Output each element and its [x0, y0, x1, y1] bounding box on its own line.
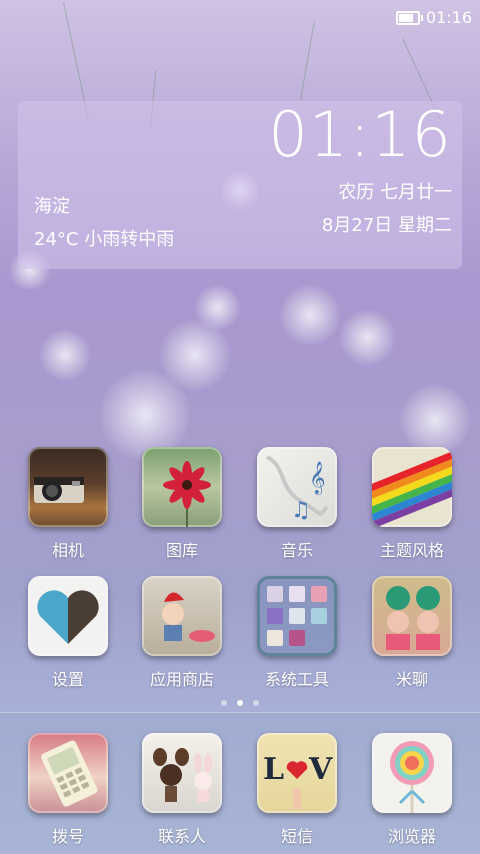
app-label: 联系人 — [157, 827, 206, 846]
svg-text:V: V — [308, 752, 333, 787]
browser-icon[interactable] — [372, 733, 452, 813]
app-system-tools[interactable]: 系统工具 — [242, 576, 352, 690]
contacts-icon[interactable] — [142, 733, 222, 813]
app-label: 图库 — [165, 541, 198, 560]
dock-phone[interactable]: 拨号 — [13, 733, 123, 847]
miliao-icon[interactable] — [372, 576, 452, 656]
app-store-icon[interactable] — [142, 576, 222, 656]
svg-text:𝄞: 𝄞 — [309, 461, 326, 495]
app-theme[interactable]: 主题风格 — [357, 447, 467, 561]
dock-contacts[interactable]: 联系人 — [127, 733, 237, 847]
app-label: 设置 — [51, 670, 84, 689]
app-music[interactable]: 𝄞 ♫ 音乐 — [242, 447, 352, 561]
app-settings[interactable]: 设置 — [13, 576, 123, 690]
app-label: 相机 — [51, 541, 84, 560]
battery-icon — [395, 10, 423, 25]
app-label: 应用商店 — [149, 670, 214, 689]
page-dot — [253, 700, 259, 706]
svg-text:L: L — [263, 752, 284, 787]
app-label: 浏览器 — [387, 827, 436, 846]
theme-icon[interactable] — [372, 447, 452, 527]
widget-lunar-date: 农历 七月廿一 — [338, 182, 452, 203]
app-camera[interactable]: 相机 — [13, 447, 123, 561]
settings-icon[interactable] — [28, 576, 108, 656]
phone-icon[interactable] — [28, 733, 108, 813]
app-label: 拨号 — [51, 827, 84, 846]
app-label: 米聊 — [395, 670, 428, 689]
widget-city: 海淀 — [34, 196, 70, 217]
music-icon[interactable]: 𝄞 ♫ — [257, 447, 337, 527]
messages-icon[interactable]: L V — [257, 733, 337, 813]
system-tools-icon[interactable] — [257, 576, 337, 656]
app-label: 短信 — [280, 827, 313, 846]
page-dot — [221, 700, 227, 706]
app-miliao[interactable]: 米聊 — [357, 576, 467, 690]
page-dot-active — [237, 700, 243, 706]
status-time: 01:16 — [425, 8, 472, 27]
camera-icon[interactable] — [28, 447, 108, 527]
dock-messages[interactable]: L V 短信 — [242, 733, 352, 847]
svg-text:♫: ♫ — [291, 498, 311, 523]
app-label: 系统工具 — [264, 670, 329, 689]
widget-clock[interactable]: 01:16 — [268, 104, 452, 166]
app-gallery[interactable]: 图库 — [127, 447, 237, 561]
widget-weather: 24°C 小雨转中雨 — [34, 229, 175, 250]
page-indicator — [0, 700, 480, 706]
app-label: 音乐 — [280, 541, 313, 560]
status-bar: 01:16 — [0, 0, 480, 34]
widget-date: 8月27日 星期二 — [321, 215, 452, 236]
app-label: 主题风格 — [379, 541, 444, 560]
dock-browser[interactable]: 浏览器 — [357, 733, 467, 847]
app-store[interactable]: 应用商店 — [127, 576, 237, 690]
gallery-icon[interactable] — [142, 447, 222, 527]
